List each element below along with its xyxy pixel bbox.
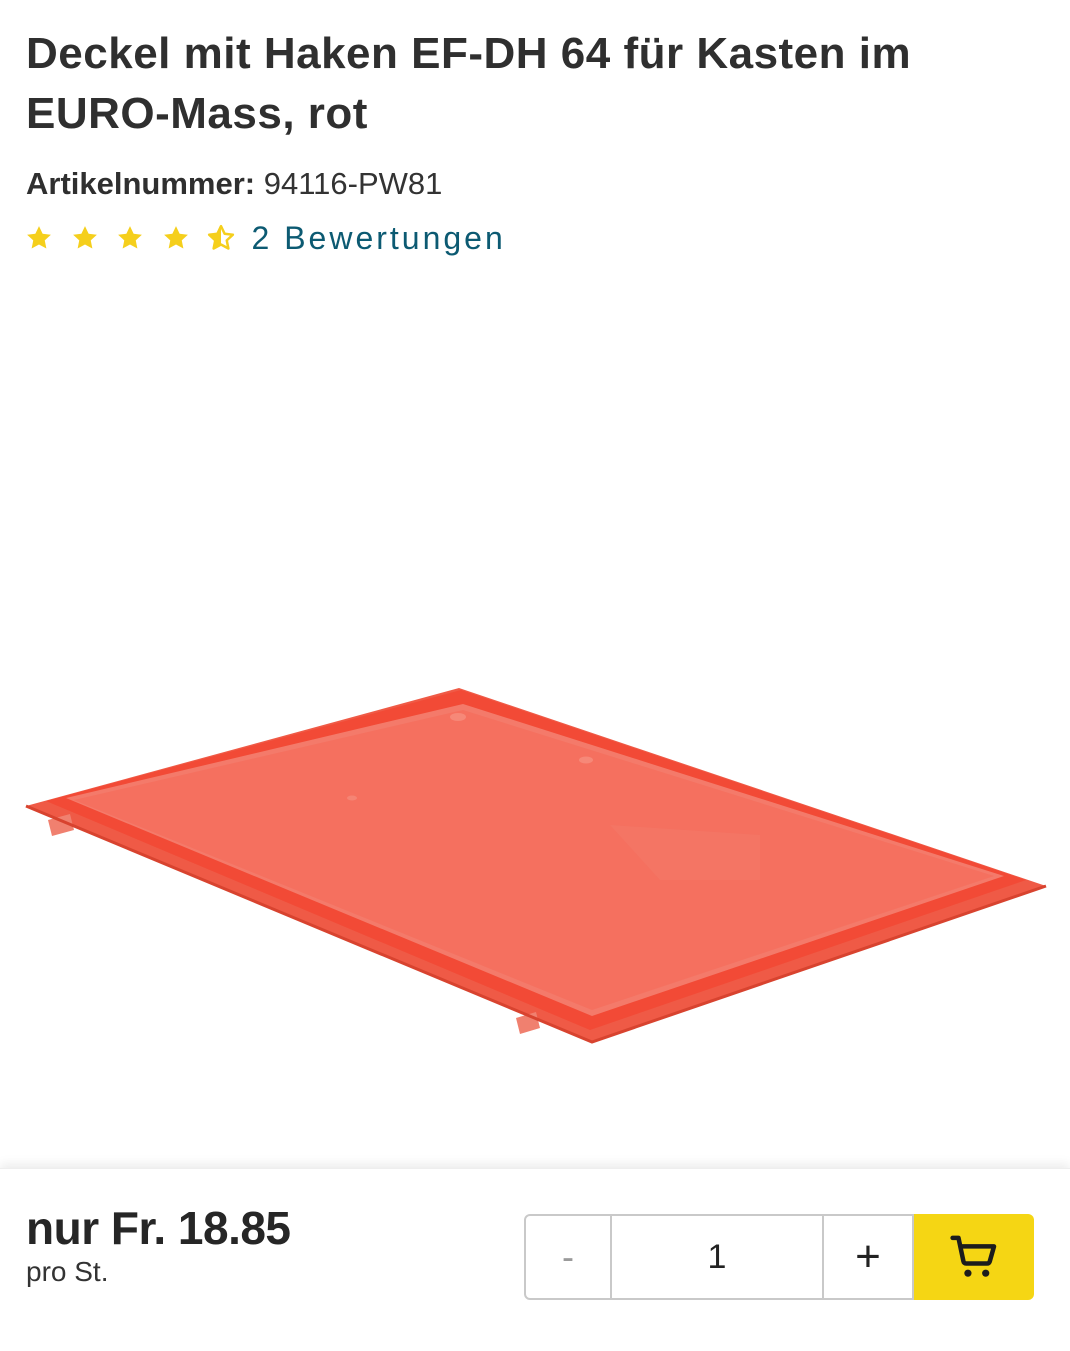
product-title: Deckel mit Haken EF-DH 64 für Kasten im … <box>26 29 912 138</box>
star-full-icon <box>70 223 100 253</box>
add-to-cart-button[interactable] <box>914 1214 1034 1300</box>
star-full-icon <box>24 223 54 253</box>
red-lid-tray-icon <box>25 688 1047 1044</box>
quantity-stepper: - + <box>524 1214 914 1300</box>
quantity-input[interactable] <box>612 1216 824 1298</box>
purchase-bar: nur Fr. 18.85 pro St. - + <box>0 1168 1070 1351</box>
article-number-row: Artikelnummer: 94116-PW81 <box>26 164 442 204</box>
decrease-quantity-button[interactable]: - <box>526 1216 612 1298</box>
increase-quantity-button[interactable]: + <box>824 1216 912 1298</box>
rating[interactable]: 2 Bewertungen <box>24 218 506 258</box>
shopping-cart-icon <box>950 1235 997 1277</box>
price-unit: pro St. <box>26 1256 109 1287</box>
star-full-icon <box>161 223 191 253</box>
star-half-icon <box>206 223 236 253</box>
article-number-label: Artikelnummer: <box>26 166 256 201</box>
price: nur Fr. 18.85 <box>26 1202 291 1254</box>
product-image <box>0 290 1070 1160</box>
reviews-link[interactable]: 2 Bewertungen <box>252 220 506 257</box>
star-full-icon <box>115 223 145 253</box>
article-number-value: 94116-PW81 <box>263 166 443 201</box>
